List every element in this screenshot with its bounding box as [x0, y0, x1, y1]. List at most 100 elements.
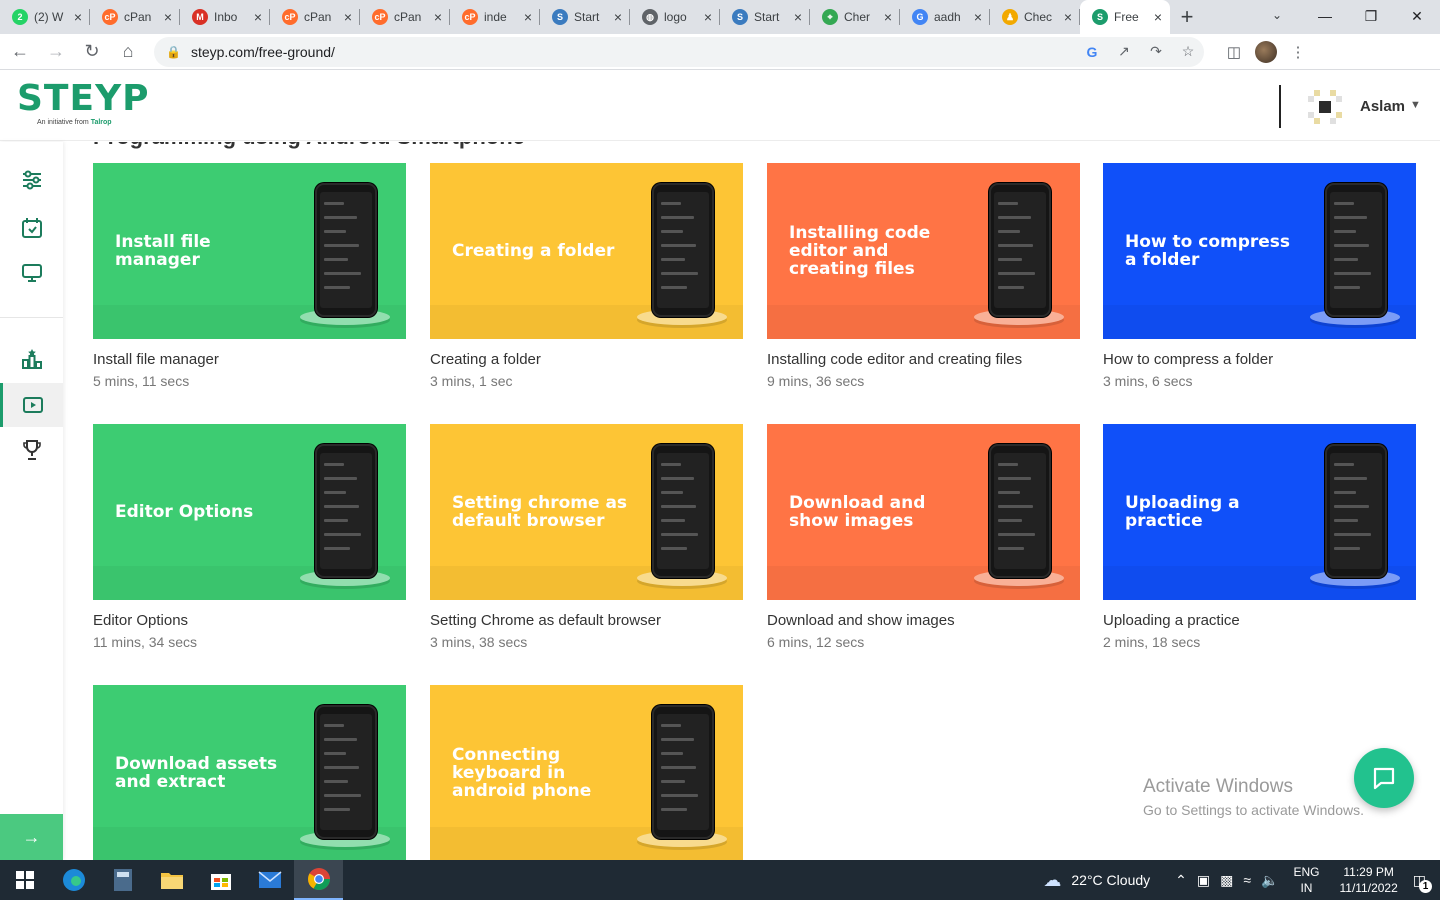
lesson-title[interactable]: Creating a folder: [430, 351, 743, 368]
lesson-thumbnail[interactable]: Uploading a practice: [1103, 424, 1416, 600]
lesson-thumbnail[interactable]: Setting chrome as default browser: [430, 424, 743, 600]
lesson-card[interactable]: Installing code editor and creating file…: [767, 163, 1080, 389]
store-icon[interactable]: [196, 860, 245, 900]
meet-icon[interactable]: ▣: [1197, 872, 1210, 889]
menu-kebab-icon[interactable]: ⋮: [1282, 43, 1314, 61]
tab-close-icon[interactable]: ×: [1154, 9, 1162, 25]
browser-tab[interactable]: cP cPan ×: [360, 0, 450, 34]
side-panel-icon[interactable]: ◫: [1218, 43, 1250, 61]
speaker-muted-icon[interactable]: 🔈: [1261, 872, 1278, 889]
back-arrow-icon[interactable]: ←: [4, 36, 36, 68]
browser-tab[interactable]: Gaadh ×: [900, 0, 990, 34]
browser-tab[interactable]: ◍ logo ×: [630, 0, 720, 34]
clock[interactable]: 11:29 PM 11/11/2022: [1339, 864, 1397, 896]
sidebar-item-dashboard[interactable]: [0, 158, 63, 202]
open-in-app-icon[interactable]: ↗: [1108, 43, 1140, 60]
browser-tab[interactable]: ♟ Chec ×: [990, 0, 1080, 34]
lesson-title[interactable]: Setting Chrome as default browser: [430, 612, 743, 629]
tab-close-icon[interactable]: ×: [434, 9, 442, 25]
lesson-thumbnail[interactable]: Creating a folder: [430, 163, 743, 339]
chat-button[interactable]: [1354, 748, 1414, 808]
display-icon[interactable]: ▩: [1220, 872, 1233, 889]
lesson-title[interactable]: How to compress a folder: [1103, 351, 1416, 368]
lesson-thumbnail[interactable]: How to compress a folder: [1103, 163, 1416, 339]
tab-close-icon[interactable]: ×: [614, 9, 622, 25]
url-text[interactable]: steyp.com/free-ground/: [191, 44, 1076, 60]
tab-close-icon[interactable]: ×: [974, 9, 982, 25]
browser-tab[interactable]: cP cPan ×: [90, 0, 180, 34]
lesson-card[interactable]: Creating a folder Creating a folder 3 mins…: [430, 163, 743, 389]
edge-icon[interactable]: [49, 860, 98, 900]
sidebar-expand-arrow-icon[interactable]: →: [0, 814, 63, 860]
home-icon[interactable]: ⌂: [112, 36, 144, 68]
browser-tab[interactable]: cP cPan ×: [270, 0, 360, 34]
user-name[interactable]: Aslam: [1360, 98, 1405, 115]
lesson-thumbnail[interactable]: Download assets and extract: [93, 685, 406, 860]
tab-close-icon[interactable]: ×: [74, 9, 82, 25]
steyp-logo[interactable]: STEYP An initiative from Talrop: [17, 81, 150, 127]
lesson-card[interactable]: Editor Options Editor Options 11 mins, 34 …: [93, 424, 406, 650]
lesson-thumbnail[interactable]: Editor Options: [93, 424, 406, 600]
profile-avatar[interactable]: [1255, 40, 1277, 63]
tab-close-icon[interactable]: ×: [884, 9, 892, 25]
user-avatar[interactable]: [1306, 88, 1344, 126]
reload-icon[interactable]: ↻: [76, 36, 108, 68]
lock-icon[interactable]: 🔒: [166, 45, 181, 59]
chevron-up-icon[interactable]: ⌃: [1175, 872, 1187, 889]
forward-arrow-icon[interactable]: →: [40, 36, 72, 68]
notification-icon[interactable]: ◫ 1: [1413, 872, 1432, 893]
tab-close-icon[interactable]: ×: [524, 9, 532, 25]
tab-close-icon[interactable]: ×: [344, 9, 352, 25]
weather-text[interactable]: 22°C Cloudy: [1071, 872, 1150, 888]
share-icon[interactable]: ↷: [1140, 43, 1172, 60]
lesson-card[interactable]: Connecting keyboard in android phone: [430, 685, 743, 860]
chrome-icon[interactable]: [294, 860, 343, 900]
browser-tab[interactable]: cP inde ×: [450, 0, 540, 34]
lesson-title[interactable]: Install file manager: [93, 351, 406, 368]
file-explorer-icon[interactable]: [147, 860, 196, 900]
tab-close-icon[interactable]: ×: [794, 9, 802, 25]
lesson-title[interactable]: Download and show images: [767, 612, 1080, 629]
caret-down-icon[interactable]: ▼: [1410, 99, 1421, 111]
mail-icon[interactable]: [245, 860, 294, 900]
bookmark-star-icon[interactable]: ☆: [1172, 43, 1204, 60]
wifi-icon[interactable]: ≈: [1243, 872, 1251, 888]
language-indicator[interactable]: ENG IN: [1293, 864, 1319, 896]
lesson-thumbnail[interactable]: Installing code editor and creating file…: [767, 163, 1080, 339]
lesson-card[interactable]: Download assets and extract: [93, 685, 406, 860]
sidebar-item-free-ground[interactable]: [0, 383, 63, 427]
lesson-card[interactable]: How to compress a folder How to compress …: [1103, 163, 1416, 389]
new-tab-plus-icon[interactable]: +: [1170, 0, 1204, 34]
tab-close-icon[interactable]: ×: [254, 9, 262, 25]
lesson-thumbnail[interactable]: Connecting keyboard in android phone: [430, 685, 743, 860]
cloud-icon[interactable]: ☁: [1043, 870, 1061, 891]
calculator-icon[interactable]: [98, 860, 147, 900]
lesson-card[interactable]: Install file manager Install file manager…: [93, 163, 406, 389]
lesson-card[interactable]: Uploading a practice Uploading a practice…: [1103, 424, 1416, 650]
lesson-thumbnail[interactable]: Install file manager: [93, 163, 406, 339]
browser-tab[interactable]: M Inbo ×: [180, 0, 270, 34]
google-translate-icon[interactable]: G: [1076, 44, 1108, 60]
lesson-card[interactable]: Setting chrome as default browser Setting…: [430, 424, 743, 650]
browser-tab[interactable]: S Start ×: [720, 0, 810, 34]
lesson-title[interactable]: Uploading a practice: [1103, 612, 1416, 629]
lesson-title[interactable]: Installing code editor and creating file…: [767, 351, 1080, 368]
sidebar-item-practice[interactable]: [0, 252, 63, 296]
tab-close-icon[interactable]: ×: [704, 9, 712, 25]
sidebar-item-achievements[interactable]: [0, 428, 63, 472]
browser-tab[interactable]: S Free ×: [1080, 0, 1170, 34]
tab-search-chevron-icon[interactable]: ⌄: [1272, 8, 1290, 22]
tab-close-icon[interactable]: ×: [1064, 9, 1072, 25]
restore-button[interactable]: ❐: [1348, 0, 1394, 32]
sidebar-item-leaderboard[interactable]: [0, 337, 63, 381]
tab-close-icon[interactable]: ×: [164, 9, 172, 25]
lesson-title[interactable]: Editor Options: [93, 612, 406, 629]
sidebar-item-calendar[interactable]: [0, 206, 63, 250]
browser-tab[interactable]: S Start ×: [540, 0, 630, 34]
minimize-button[interactable]: —: [1302, 0, 1348, 32]
close-window-button[interactable]: ✕: [1394, 0, 1440, 32]
windows-start-icon[interactable]: [0, 860, 49, 900]
browser-tab[interactable]: ⌖ Cher ×: [810, 0, 900, 34]
address-bar[interactable]: 🔒 steyp.com/free-ground/ G ↗ ↷ ☆: [154, 36, 1204, 67]
lesson-card[interactable]: Download and show images Download and sho…: [767, 424, 1080, 650]
